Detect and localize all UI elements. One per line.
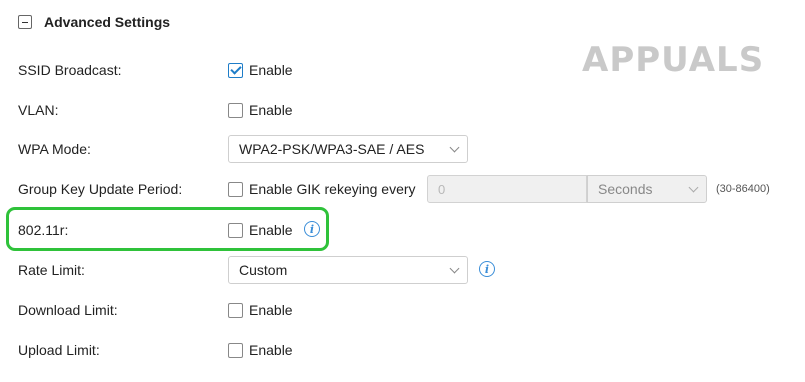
gik-period-value: 0 <box>438 181 446 197</box>
gik-rekeying-toggle[interactable]: Enable GIK rekeying every <box>228 181 416 197</box>
collapse-icon[interactable] <box>18 15 32 29</box>
advanced-settings-header[interactable]: Advanced Settings <box>18 14 170 30</box>
vlan-checkbox[interactable] <box>228 102 243 118</box>
chevron-down-icon <box>449 263 460 274</box>
upload-limit-enable-label: Enable <box>249 342 293 358</box>
gik-period-input[interactable]: 0 <box>427 175 587 203</box>
download-limit-label: Download Limit: <box>18 302 118 318</box>
wpa-mode-label: WPA Mode: <box>18 141 91 157</box>
gik-unit-value: Seconds <box>598 181 653 197</box>
group-key-update-label: Group Key Update Period: <box>18 181 183 197</box>
gik-range-hint: (30-86400) <box>716 183 770 195</box>
vlan-enable-label: Enable <box>249 102 293 118</box>
wpa-mode-select[interactable]: WPA2-PSK/WPA3-SAE / AES <box>228 135 468 163</box>
rate-limit-value: Custom <box>239 262 288 278</box>
80211r-enable-label: Enable <box>249 222 293 238</box>
upload-limit-checkbox[interactable] <box>228 342 243 358</box>
appuals-watermark: APPUALS <box>582 40 764 80</box>
download-limit-checkbox[interactable] <box>228 302 243 318</box>
section-title: Advanced Settings <box>44 14 171 30</box>
vlan-label: VLAN: <box>18 102 59 118</box>
80211r-checkbox[interactable] <box>228 222 243 238</box>
wpa-mode-value: WPA2-PSK/WPA3-SAE / AES <box>239 141 425 157</box>
ssid-broadcast-toggle[interactable]: Enable <box>228 62 293 78</box>
info-icon[interactable]: i <box>304 221 320 237</box>
ssid-broadcast-enable-label: Enable <box>249 62 293 78</box>
gik-unit-select[interactable]: Seconds <box>587 175 707 203</box>
watermark-text: APPUALS <box>582 40 765 80</box>
chevron-down-icon <box>449 142 460 153</box>
upload-limit-label: Upload Limit: <box>18 342 100 358</box>
chevron-down-icon <box>688 182 699 193</box>
download-limit-enable-label: Enable <box>249 302 293 318</box>
ssid-broadcast-label: SSID Broadcast: <box>18 62 122 78</box>
rate-limit-select[interactable]: Custom <box>228 256 468 284</box>
vlan-toggle[interactable]: Enable <box>228 102 293 118</box>
gik-rekeying-checkbox[interactable] <box>228 181 243 197</box>
gik-rekeying-label: Enable GIK rekeying every <box>249 181 416 197</box>
80211r-toggle[interactable]: Enable <box>228 222 293 238</box>
ssid-broadcast-checkbox[interactable] <box>228 62 243 78</box>
rate-limit-label: Rate Limit: <box>18 262 85 278</box>
download-limit-toggle[interactable]: Enable <box>228 302 293 318</box>
upload-limit-toggle[interactable]: Enable <box>228 342 293 358</box>
info-icon[interactable]: i <box>479 261 495 277</box>
80211r-label: 802.11r: <box>18 222 69 238</box>
